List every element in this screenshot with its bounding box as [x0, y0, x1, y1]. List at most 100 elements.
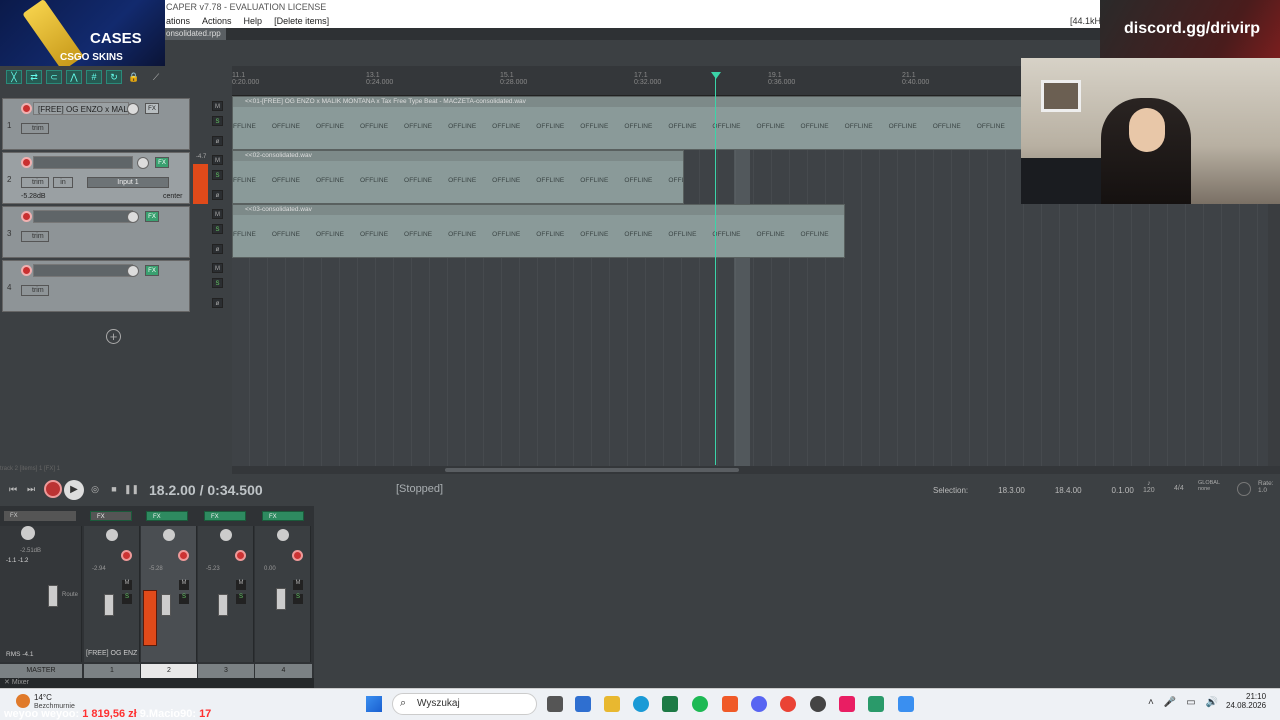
go-start-icon[interactable]: ⏮ [6, 482, 20, 496]
menu-help[interactable]: Help [244, 16, 263, 26]
solo-button[interactable]: S [212, 224, 223, 234]
weather-icon[interactable] [16, 694, 30, 708]
master-fader[interactable] [48, 585, 58, 607]
project-tab[interactable]: onsolidated.rpp [160, 28, 226, 40]
solo-button[interactable]: S [212, 278, 223, 288]
menu-options[interactable]: ations [166, 16, 190, 26]
stop-icon[interactable]: ■ [107, 482, 121, 496]
strip-name[interactable]: 2 [141, 664, 197, 678]
grid-icon[interactable]: # [86, 70, 102, 84]
store-icon[interactable] [575, 696, 591, 712]
media-item-3[interactable]: <<03-consolidated.wav FFLINE OFFLINE OFF… [232, 204, 845, 258]
mute-button[interactable]: M [212, 209, 223, 219]
solo-button[interactable]: S [236, 594, 246, 604]
strip-name[interactable]: 3 [198, 664, 254, 678]
mute-button[interactable]: M [293, 580, 303, 590]
pan-knob[interactable] [277, 529, 289, 541]
strip-fx-button[interactable]: FX [262, 511, 304, 521]
tempo-display[interactable]: ♪ 120 [1143, 480, 1155, 494]
volume-knob[interactable] [127, 265, 139, 277]
brave-icon[interactable] [722, 696, 738, 712]
go-end-icon[interactable]: ⏭ [24, 482, 38, 496]
record-arm-button[interactable] [235, 550, 246, 561]
record-arm-button[interactable] [21, 157, 32, 168]
mute-button[interactable]: M [212, 155, 223, 165]
fx-button[interactable]: FX [145, 265, 159, 276]
selection-end[interactable]: 18.4.00 [1055, 486, 1082, 495]
mute-button[interactable]: M [236, 580, 246, 590]
fx-button[interactable]: FX [155, 157, 169, 168]
phase-button[interactable]: ø [212, 298, 223, 308]
time-signature[interactable]: 4/4 [1174, 485, 1184, 492]
playrate[interactable]: Rate: 1.0 [1258, 480, 1274, 494]
excel-icon[interactable] [662, 696, 678, 712]
add-track-icon[interactable]: + [106, 329, 121, 344]
trim-button[interactable]: trim [21, 285, 49, 296]
record-arm-button[interactable] [292, 550, 303, 561]
mute-button[interactable]: M [212, 263, 223, 273]
pan-knob[interactable] [106, 529, 118, 541]
pause-icon[interactable]: ❚❚ [124, 482, 139, 496]
solo-button[interactable]: S [212, 116, 223, 126]
notepad-icon[interactable] [898, 696, 914, 712]
phase-button[interactable]: ø [212, 190, 223, 200]
volume-knob[interactable] [127, 211, 139, 223]
volume-knob[interactable] [127, 103, 139, 115]
strip-name[interactable]: 1 [84, 664, 140, 678]
track-name[interactable] [33, 156, 133, 169]
tiktok-icon[interactable] [839, 696, 855, 712]
record-arm-button[interactable] [21, 265, 32, 276]
volume-fader[interactable] [104, 594, 114, 616]
start-icon[interactable] [366, 696, 382, 712]
input-monitor-button[interactable]: in [53, 177, 73, 188]
track-name[interactable]: [FREE] OG ENZO x MALIK [33, 102, 129, 115]
link-icon[interactable]: ⊂ [46, 70, 62, 84]
pan-knob[interactable] [220, 529, 232, 541]
spotify-icon[interactable] [692, 696, 708, 712]
weather-temp[interactable]: 14°C [34, 693, 52, 702]
record-button[interactable] [44, 480, 62, 498]
mute-button[interactable]: M [122, 580, 132, 590]
mute-button[interactable]: M [212, 101, 223, 111]
trim-button[interactable]: trim [21, 123, 49, 134]
pan-knob[interactable] [163, 529, 175, 541]
media-item-2[interactable]: <<02-consolidated.wav FFLINE OFFLINE OFF… [232, 150, 684, 204]
solo-button[interactable]: S [179, 594, 189, 604]
track-name[interactable] [33, 264, 133, 277]
file-explorer-icon[interactable] [604, 696, 620, 712]
solo-button[interactable]: S [212, 170, 223, 180]
obs-icon[interactable] [810, 696, 826, 712]
master-pan-knob[interactable] [21, 526, 35, 540]
route-label[interactable]: Route [62, 592, 78, 598]
cursor-marker-icon[interactable] [711, 72, 721, 79]
master-fx-button[interactable]: FX [4, 511, 76, 521]
menu-actions[interactable]: Actions [202, 16, 232, 26]
phase-button[interactable]: ø [212, 136, 223, 146]
fx-button[interactable]: FX [145, 103, 159, 114]
tray-icons[interactable]: ˄🎤▭🔊 [1148, 697, 1228, 708]
taskbar-search[interactable]: Wyszukaj [392, 693, 537, 715]
record-arm-button[interactable] [21, 103, 32, 114]
time-selection[interactable] [734, 96, 750, 466]
solo-button[interactable]: S [122, 594, 132, 604]
trim-button[interactable]: trim [21, 177, 49, 188]
ripple-icon[interactable]: ╳ [6, 70, 22, 84]
trim-button[interactable]: trim [21, 231, 49, 242]
strip-name[interactable]: 4 [255, 664, 312, 678]
discord-icon[interactable] [751, 696, 767, 712]
volume-fader[interactable] [218, 594, 228, 616]
loop-toggle-icon[interactable]: ◎ [88, 482, 102, 496]
envelope-icon[interactable]: ⟋ [148, 70, 164, 84]
mute-button[interactable]: M [179, 580, 189, 590]
selection-length[interactable]: 0.1.00 [1112, 486, 1134, 495]
strip-fx-button[interactable]: FX [146, 511, 188, 521]
task-view-icon[interactable] [547, 696, 563, 712]
mixer-tab[interactable]: ✕ Mixer [0, 678, 314, 688]
solo-button[interactable]: S [293, 594, 303, 604]
edge-icon[interactable] [633, 696, 649, 712]
loop-icon[interactable]: ⇄ [26, 70, 42, 84]
clock[interactable]: 21:10 24.08.2026 [1226, 692, 1266, 710]
track-4[interactable]: 4 FX trim [2, 260, 190, 312]
volume-fader[interactable] [276, 588, 286, 610]
track-name[interactable] [33, 210, 133, 223]
